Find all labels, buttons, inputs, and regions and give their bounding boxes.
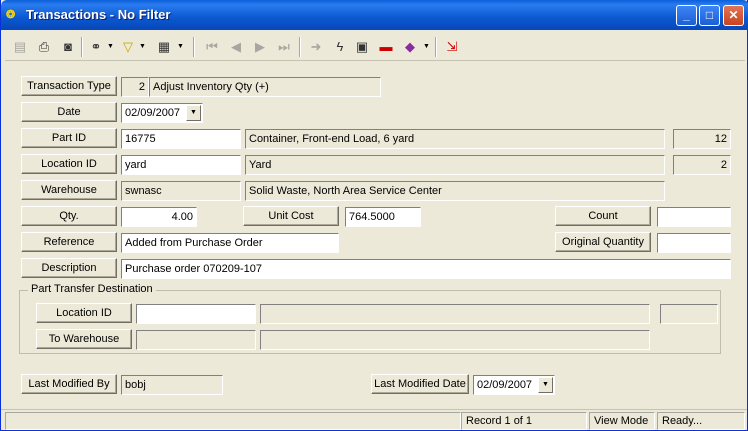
transfer-location-count — [660, 304, 718, 324]
part-id-input[interactable]: 16775 — [121, 129, 241, 149]
transaction-type-button[interactable]: Transaction Type — [21, 76, 117, 96]
warehouse-desc: Solid Waste, North Area Service Center — [245, 181, 665, 201]
next-record-icon[interactable]: ▶ — [249, 36, 271, 58]
to-warehouse-button[interactable]: To Warehouse — [36, 329, 132, 349]
reference-input[interactable]: Added from Purchase Order — [121, 233, 339, 253]
list-icon[interactable]: ▤ — [9, 36, 31, 58]
status-record: Record 1 of 1 — [461, 412, 587, 430]
print-icon[interactable]: ⎙ — [33, 36, 55, 58]
part-transfer-title: Part Transfer Destination — [28, 283, 156, 295]
part-id-count: 12 — [673, 129, 731, 149]
form-panel: Transaction Type 2 Adjust Inventory Qty … — [5, 62, 745, 408]
count-button[interactable]: Count — [555, 206, 651, 226]
date-value: 02/09/2007 — [125, 107, 181, 119]
location-id-input[interactable]: yard — [121, 155, 241, 175]
to-warehouse-desc — [260, 330, 650, 350]
binoculars-icon[interactable]: ⚭ — [85, 36, 107, 58]
title-bar[interactable]: ❂ Transactions - No Filter _ □ ✕ — [1, 0, 748, 30]
transfer-location-id-input[interactable] — [136, 304, 256, 324]
part-transfer-group: Part Transfer Destination Location ID To… — [19, 283, 721, 354]
last-modified-date-value: 02/09/2007 — [477, 379, 533, 391]
book-dropdown-icon[interactable]: ▼ — [423, 36, 431, 58]
part-id-desc: Container, Front-end Load, 6 yard — [245, 129, 665, 149]
status-blank-panel — [5, 412, 461, 430]
transfer-location-id-button[interactable]: Location ID — [36, 303, 132, 323]
location-id-count: 2 — [673, 155, 731, 175]
prev-record-icon[interactable]: ◀ — [225, 36, 247, 58]
last-modified-date-button[interactable]: Last Modified Date — [371, 374, 469, 394]
to-warehouse-value — [136, 330, 256, 350]
part-id-button[interactable]: Part ID — [21, 128, 117, 148]
go-icon[interactable]: ➜ — [305, 36, 327, 58]
print-preview-icon[interactable]: ◙ — [57, 36, 79, 58]
chevron-down-icon[interactable]: ▼ — [186, 105, 201, 121]
first-record-icon[interactable]: ⏮ — [201, 36, 223, 58]
last-modified-date-combo[interactable]: 02/09/2007 ▼ — [473, 375, 555, 395]
maximize-button[interactable]: □ — [699, 5, 720, 26]
unit-cost-button[interactable]: Unit Cost — [243, 206, 339, 226]
location-id-button[interactable]: Location ID — [21, 154, 117, 174]
filter-dropdown-icon[interactable]: ▼ — [139, 36, 147, 58]
transactions-window: ❂ Transactions - No Filter _ □ ✕ ▤ ⎙ ◙ ⚭… — [0, 0, 748, 431]
bookmark-icon[interactable]: ▬ — [375, 36, 397, 58]
status-mode: View Mode — [589, 412, 655, 430]
unit-cost-input[interactable]: 764.5000 — [345, 207, 421, 227]
close-button[interactable]: ✕ — [723, 5, 744, 26]
toolbar: ▤ ⎙ ◙ ⚭ ▼ ▽ ▼ ▦ ▼ ⏮ ◀ ▶ ⏭ ➜ ϟ ▣ ▬ ◆ ▼ ⇲ — [5, 33, 745, 61]
date-button[interactable]: Date — [21, 102, 117, 122]
warehouse-button[interactable]: Warehouse — [21, 180, 117, 200]
transaction-type-desc: Adjust Inventory Qty (+) — [149, 77, 381, 97]
original-quantity-input[interactable] — [657, 233, 731, 253]
transfer-location-desc — [260, 304, 650, 324]
calculator-icon[interactable]: ▣ — [351, 36, 373, 58]
binoculars-dropdown-icon[interactable]: ▼ — [107, 36, 115, 58]
original-quantity-button[interactable]: Original Quantity — [555, 232, 651, 252]
report-dropdown-icon[interactable]: ▼ — [177, 36, 185, 58]
last-record-icon[interactable]: ⏭ — [273, 36, 295, 58]
location-id-desc: Yard — [245, 155, 665, 175]
last-modified-by-value: bobj — [121, 375, 223, 395]
chevron-down-icon[interactable]: ▼ — [538, 377, 553, 393]
qty-input[interactable]: 4.00 — [121, 207, 197, 227]
last-modified-by-button[interactable]: Last Modified By — [21, 374, 117, 394]
description-button[interactable]: Description — [21, 258, 117, 278]
report-icon[interactable]: ▦ — [153, 36, 175, 58]
transaction-type-code: 2 — [121, 77, 149, 97]
app-icon: ❂ — [6, 9, 16, 21]
description-input[interactable]: Purchase order 070209-107 — [121, 259, 731, 279]
lightning-icon[interactable]: ϟ — [329, 36, 351, 58]
date-combo[interactable]: 02/09/2007 ▼ — [121, 103, 203, 123]
filter-icon[interactable]: ▽ — [117, 36, 139, 58]
window-title: Transactions - No Filter — [26, 7, 171, 22]
reference-button[interactable]: Reference — [21, 232, 117, 252]
warehouse-value: swnasc — [121, 181, 241, 201]
exit-icon[interactable]: ⇲ — [441, 36, 463, 58]
count-input[interactable] — [657, 207, 731, 227]
minimize-button[interactable]: _ — [676, 5, 697, 26]
book-icon[interactable]: ◆ — [399, 36, 421, 58]
status-state: Ready... — [657, 412, 745, 430]
status-bar: Record 1 of 1 View Mode Ready... — [1, 409, 747, 430]
qty-button[interactable]: Qty. — [21, 206, 117, 226]
